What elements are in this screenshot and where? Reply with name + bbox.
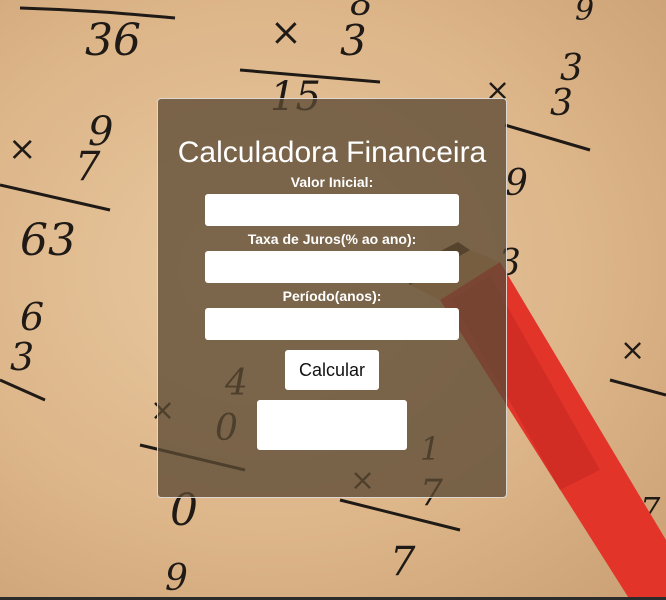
initial-value-input[interactable] [205, 194, 459, 226]
svg-text:63: 63 [20, 215, 76, 266]
calculator-card: Calculadora Financeira Valor Inicial: Ta… [157, 98, 507, 498]
svg-text:36: 36 [85, 15, 141, 66]
svg-text:7: 7 [390, 539, 416, 585]
result-box [257, 400, 407, 450]
svg-text:3: 3 [10, 335, 34, 379]
svg-text:×: × [8, 129, 37, 169]
svg-text:3: 3 [550, 83, 573, 124]
period-input[interactable] [205, 308, 459, 340]
svg-text:9: 9 [505, 163, 528, 204]
interest-rate-label: Taxa de Juros(% ao ano): [247, 231, 417, 247]
page-title: Calculadora Financeira [177, 136, 487, 169]
svg-text:9: 9 [165, 558, 188, 599]
svg-text:7: 7 [75, 144, 101, 190]
svg-text:6: 6 [20, 295, 44, 339]
calculate-button[interactable]: Calcular [284, 350, 380, 390]
svg-text:8: 8 [350, 0, 373, 24]
initial-value-label: Valor Inicial: [290, 174, 374, 190]
svg-text:×: × [270, 10, 302, 54]
interest-rate-input[interactable] [205, 251, 459, 283]
svg-text:9: 9 [575, 0, 594, 28]
period-label: Período(anos): [282, 288, 382, 304]
svg-text:×: × [620, 333, 645, 368]
